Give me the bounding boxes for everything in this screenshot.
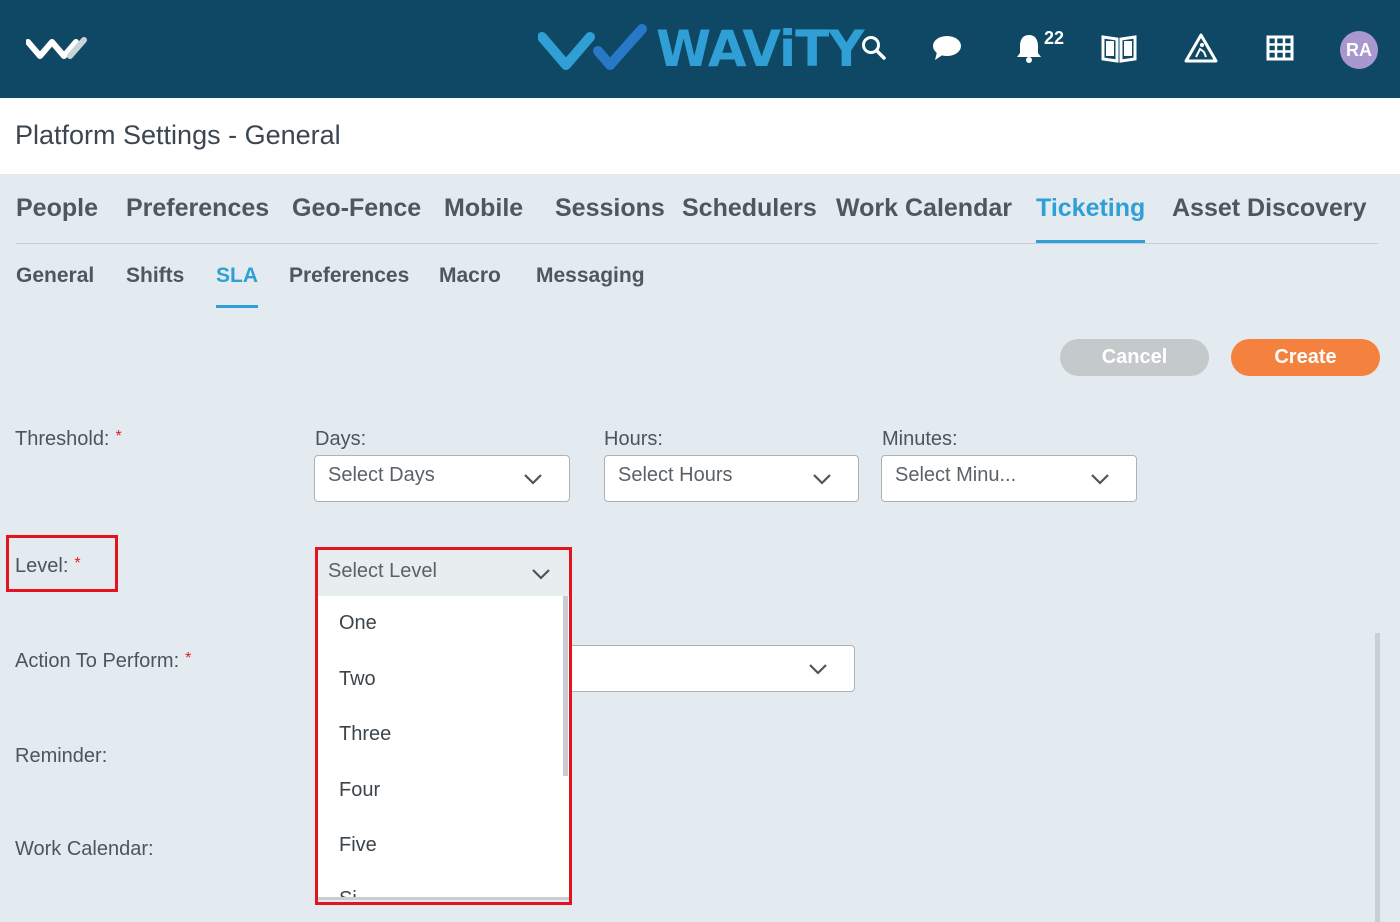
subtab-general[interactable]: General — [16, 264, 94, 288]
subtab-preferences[interactable]: Preferences — [289, 264, 409, 288]
work-calendar-label: Work Calendar: — [15, 838, 154, 860]
book-icon[interactable] — [1101, 30, 1137, 66]
days-label: Days: — [315, 428, 367, 450]
reminder-label: Reminder: — [15, 745, 108, 767]
chevron-down-icon — [809, 664, 827, 675]
top-navigation-bar: WAViTY 22 RA — [0, 0, 1400, 98]
chevron-down-icon — [524, 474, 542, 485]
level-option-three[interactable]: Three — [339, 723, 391, 746]
user-avatar[interactable]: RA — [1340, 31, 1378, 69]
chevron-down-icon — [532, 569, 550, 580]
level-select[interactable]: Select Level — [318, 550, 569, 596]
threshold-label-text: Threshold: — [15, 428, 110, 450]
hours-label: Hours: — [604, 428, 663, 450]
subtab-messaging[interactable]: Messaging — [536, 264, 645, 288]
level-option-five[interactable]: Five — [339, 834, 377, 857]
days-select[interactable]: Select Days — [314, 455, 570, 502]
required-mark: * — [185, 650, 192, 667]
bell-icon[interactable] — [1011, 30, 1047, 66]
app-logo-icon[interactable] — [26, 34, 88, 64]
grid-icon[interactable] — [1262, 30, 1298, 66]
minutes-select[interactable]: Select Minu... — [881, 455, 1137, 502]
page-scrollbar[interactable] — [1375, 633, 1380, 922]
level-select-open[interactable]: Select Level One Two Three Four Five Si — [315, 547, 572, 905]
tab-mobile[interactable]: Mobile — [444, 194, 523, 223]
title-bar: Platform Settings - General — [0, 98, 1400, 174]
create-button[interactable]: Create — [1231, 339, 1380, 376]
action-to-perform-label: Action To Perform: * — [15, 650, 191, 673]
hours-select[interactable]: Select Hours — [604, 455, 859, 502]
subtab-sla[interactable]: SLA — [216, 264, 258, 308]
road-work-icon[interactable] — [1183, 30, 1219, 66]
level-option-four[interactable]: Four — [339, 779, 380, 802]
level-select-value: Select Level — [328, 560, 437, 582]
tab-ticketing[interactable]: Ticketing — [1036, 194, 1146, 243]
active-tab-underline — [1036, 240, 1146, 243]
tab-sessions[interactable]: Sessions — [555, 194, 665, 223]
days-select-value: Select Days — [328, 464, 435, 486]
tab-preferences[interactable]: Preferences — [126, 194, 269, 223]
chevron-down-icon — [1091, 474, 1109, 485]
tab-ticketing-label: Ticketing — [1036, 194, 1146, 222]
level-options-list[interactable]: One Two Three Four Five Si — [318, 596, 569, 900]
chat-icon[interactable] — [929, 30, 965, 66]
level-option-two[interactable]: Two — [339, 668, 376, 691]
notification-count: 22 — [1044, 28, 1065, 48]
search-icon[interactable] — [856, 30, 892, 66]
tab-work-calendar[interactable]: Work Calendar — [836, 194, 1012, 223]
brand-logo: WAViTY — [538, 20, 864, 78]
required-mark: * — [74, 555, 81, 572]
chevron-down-icon — [813, 474, 831, 485]
tab-asset-discovery[interactable]: Asset Discovery — [1172, 194, 1367, 223]
level-label: Level: * — [15, 555, 81, 578]
required-mark: * — [115, 428, 122, 445]
hours-select-value: Select Hours — [618, 464, 733, 486]
main-tabs: People Preferences Geo-Fence Mobile Sess… — [16, 174, 1378, 244]
cancel-button[interactable]: Cancel — [1060, 339, 1209, 376]
action-label-text: Action To Perform: — [15, 650, 180, 672]
subtab-shifts[interactable]: Shifts — [126, 264, 184, 288]
page-title: Platform Settings - General — [15, 120, 341, 150]
tab-people[interactable]: People — [16, 194, 98, 223]
level-option-six[interactable]: Si — [339, 888, 357, 897]
minutes-select-value: Select Minu... — [895, 464, 1017, 486]
level-label-text: Level: — [15, 555, 69, 577]
brand-name: WAViTY — [656, 20, 864, 78]
tab-geo-fence[interactable]: Geo-Fence — [292, 194, 421, 223]
minutes-label: Minutes: — [882, 428, 958, 450]
subtab-sla-label: SLA — [216, 264, 258, 287]
tab-schedulers[interactable]: Schedulers — [682, 194, 817, 223]
subtab-macro[interactable]: Macro — [439, 264, 501, 288]
threshold-label: Threshold: * — [15, 428, 122, 451]
active-subtab-underline — [216, 305, 258, 308]
brand-mark-icon — [538, 24, 647, 70]
dropdown-scrollbar[interactable] — [563, 596, 568, 776]
level-option-one[interactable]: One — [339, 612, 377, 635]
